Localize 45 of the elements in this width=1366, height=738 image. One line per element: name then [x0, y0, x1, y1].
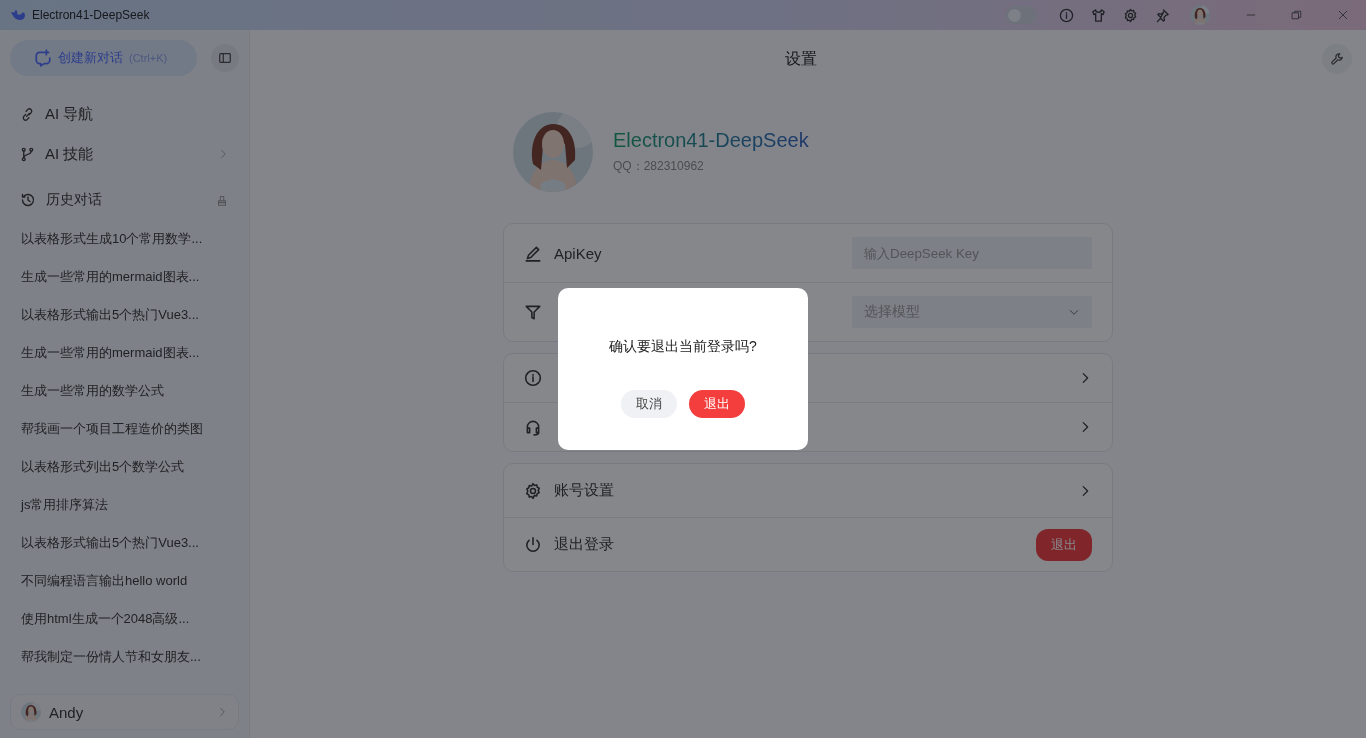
logout-button[interactable]: 退出	[1036, 528, 1092, 561]
profile-name: Electron41-DeepSeek	[613, 129, 809, 152]
section-title: 历史对话	[46, 191, 103, 209]
qq-number: QQ：282310962	[613, 158, 705, 175]
history-item[interactable]: 以表格形式输出5个热门Vue3...	[10, 296, 239, 334]
sidebar-icon	[218, 51, 233, 65]
history-item[interactable]: 以表格形式列出5个数学公式	[10, 448, 239, 486]
history-item[interactable]: 以表格形式生成10个常用数学...	[10, 220, 239, 258]
wrench-icon	[1330, 52, 1344, 66]
history-item[interactable]: 生成一些常用的mermaid图表...	[10, 258, 239, 296]
restore-icon	[1291, 9, 1303, 21]
nav-item[interactable]: AI 导航	[10, 94, 239, 134]
pencil-icon	[524, 244, 542, 262]
cancel-button[interactable]: 取消	[621, 390, 677, 418]
page-title: 设置	[784, 48, 818, 69]
funnel-icon	[524, 303, 542, 321]
user-button[interactable]: Andy	[10, 694, 239, 730]
history-item[interactable]: js常用排序算法	[10, 486, 239, 524]
confirm-button[interactable]: 退出	[689, 390, 745, 418]
info-icon	[524, 369, 542, 387]
history-item[interactable]: 生成一些常用的mermaid图表...	[10, 334, 239, 372]
history-item[interactable]: 帮我制定一份情人节和女朋友...	[10, 638, 239, 676]
settings-icon	[1122, 7, 1138, 23]
info-icon	[1058, 7, 1074, 23]
history-item[interactable]: 不同编程语言输出hello world	[10, 562, 239, 600]
branch-icon	[20, 146, 35, 162]
shirt-icon	[1090, 7, 1106, 23]
sidebar-toggle-button[interactable]	[211, 44, 239, 72]
chat-plus-icon	[34, 49, 52, 67]
nav-item[interactable]: AI 技能	[10, 134, 239, 174]
link-icon	[20, 106, 35, 122]
history-item[interactable]: 生成一些常用的数学公式	[10, 372, 239, 410]
close-icon	[1337, 9, 1349, 21]
history-icon	[20, 192, 36, 208]
dialog-message: 确认要退出当前登录吗?	[609, 338, 757, 356]
headset-icon	[524, 418, 542, 436]
history-item[interactable]: 以表格形式输出5个热门Vue3...	[10, 524, 239, 562]
power-icon	[524, 535, 542, 554]
setting-label: ApiKey	[554, 244, 603, 262]
setting-label: 退出登录	[554, 535, 615, 554]
window-title: Electron41-DeepSeek	[32, 8, 151, 22]
settings-icon	[524, 481, 542, 500]
pin-icon	[1154, 7, 1170, 23]
setting-label: 账号设置	[554, 481, 615, 500]
tools-button[interactable]	[1322, 44, 1352, 74]
